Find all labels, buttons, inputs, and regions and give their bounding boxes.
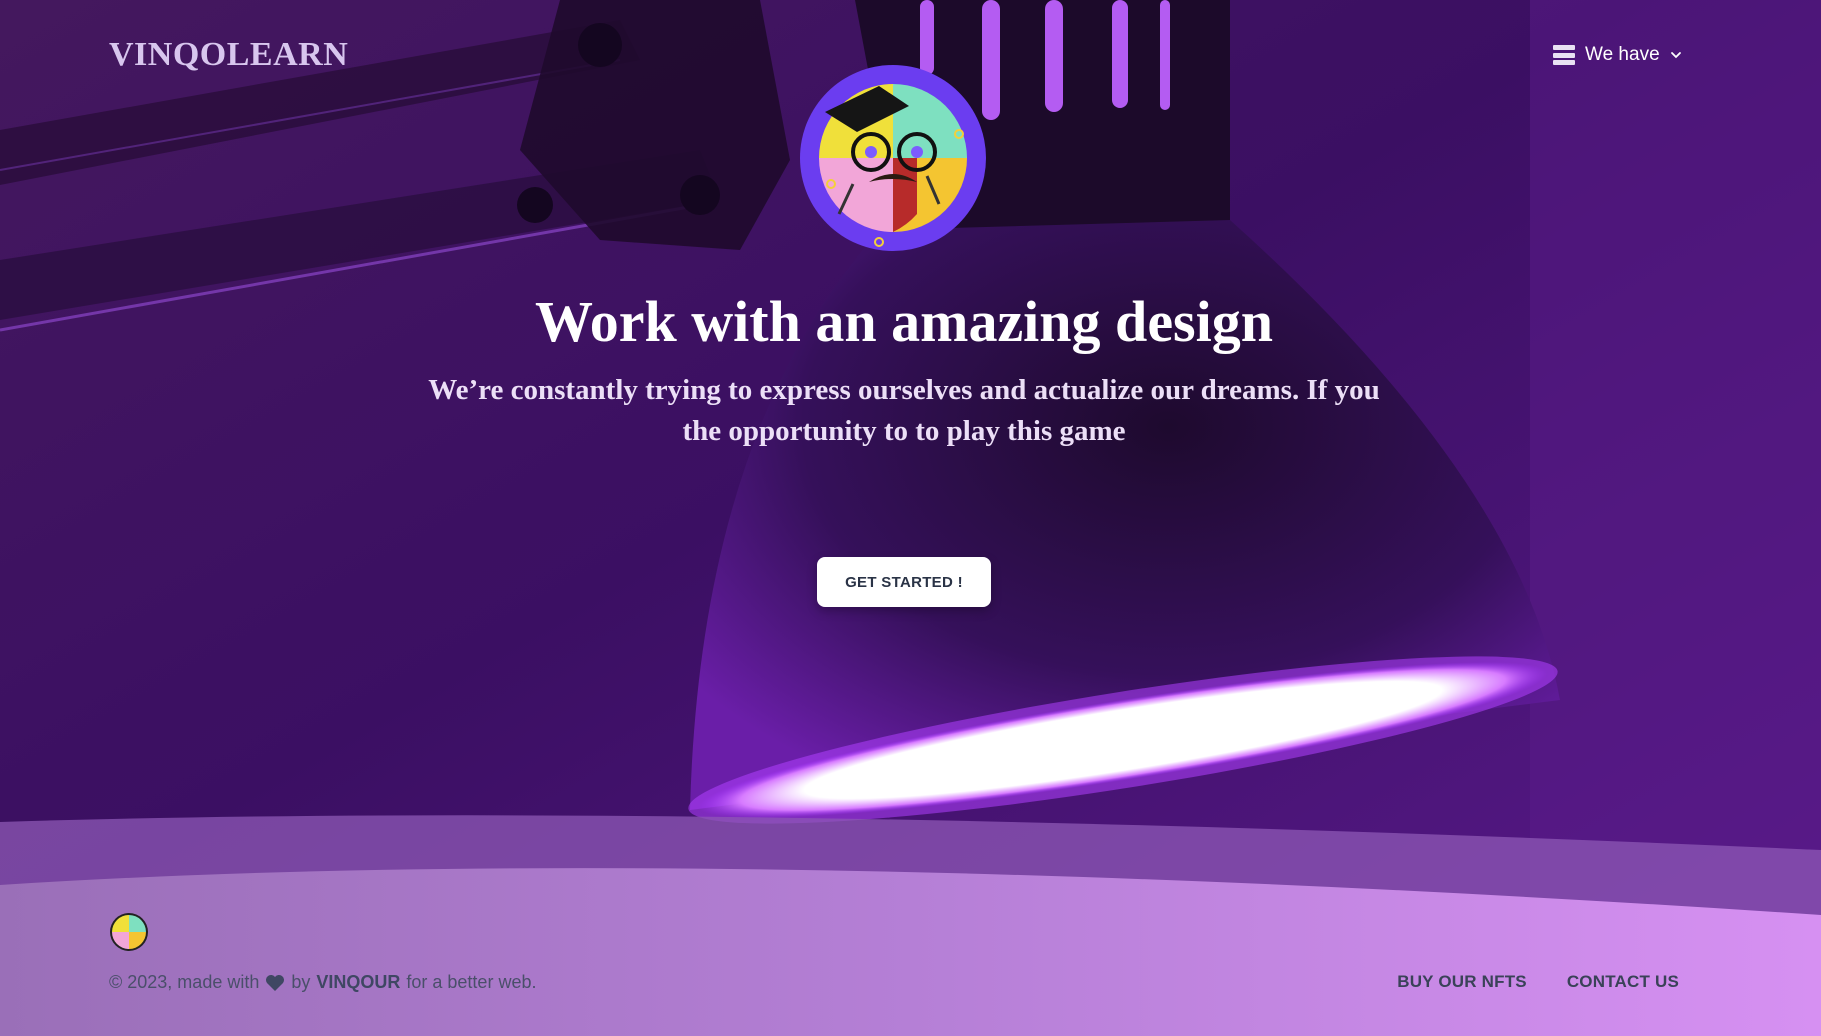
menu-icon [1553, 45, 1575, 65]
hero-subtitle: We’re constantly trying to express ourse… [428, 374, 1380, 447]
author-link[interactable]: VINQOUR [316, 972, 400, 993]
footer-mascot-logo [110, 913, 148, 951]
nav-menu-dropdown[interactable]: We have [1553, 44, 1682, 66]
heart-icon [266, 974, 285, 991]
brand-logo-text[interactable]: VINQOLEARN [109, 36, 348, 74]
footer-nav: BUY OUR NFTS CONTACT US [1397, 972, 1679, 992]
footer-copyright: © 2023, made with by VINQOUR for a bette… [109, 972, 536, 993]
copyright-by: by [291, 972, 311, 992]
buy-nfts-link[interactable]: BUY OUR NFTS [1397, 972, 1527, 992]
copyright-suffix: for a better web. [406, 972, 537, 992]
chevron-down-icon [1670, 52, 1681, 59]
hero-title: Work with an amazing design [535, 289, 1273, 354]
nav-menu-label: We have [1585, 44, 1660, 65]
get-started-button[interactable]: GET STARTED ! [817, 557, 991, 607]
contact-us-link[interactable]: CONTACT US [1567, 972, 1679, 992]
copyright-prefix: © 2023, made with [109, 972, 260, 992]
hero-mascot-logo [800, 65, 986, 251]
